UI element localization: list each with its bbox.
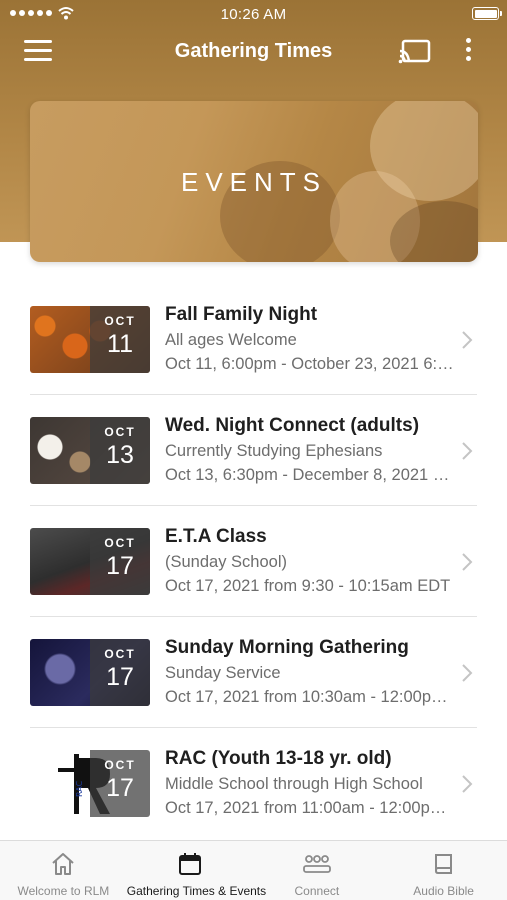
- date-badge: OCT 17: [90, 528, 150, 595]
- event-title: Sunday Morning Gathering: [165, 637, 409, 658]
- tab-gathering-times-events[interactable]: Gathering Times & Events: [126, 841, 267, 900]
- tab-label: Welcome to RLM: [17, 884, 110, 898]
- date-day: 17: [106, 774, 134, 802]
- date-badge: OCT 17: [90, 639, 150, 706]
- tab-label: Audio Bible: [413, 884, 474, 898]
- tab-connect[interactable]: Connect: [254, 841, 381, 900]
- date-day: 13: [106, 441, 134, 469]
- date-month: OCT: [104, 425, 136, 439]
- event-date: Oct 17, 2021 from 9:30 - 10:15am EDT: [165, 577, 451, 595]
- event-subtitle: Currently Studying Ephesians: [165, 442, 383, 460]
- event-subtitle: Middle School through High School: [165, 775, 423, 793]
- more-options-button[interactable]: [458, 38, 478, 66]
- tab-label: Gathering Times & Events: [126, 884, 267, 898]
- event-thumbnail: OCT 17: [30, 528, 150, 595]
- tab-welcome[interactable]: Welcome to RLM: [0, 841, 127, 900]
- calendar-icon: [179, 853, 202, 875]
- date-badge: OCT 11: [90, 306, 150, 373]
- status-time: 10:26 AM: [220, 6, 287, 23]
- chevron-right-icon: [462, 442, 473, 460]
- event-thumbnail: OCT 17: [30, 639, 150, 706]
- people-icon: [302, 855, 331, 873]
- event-item[interactable]: RAC OCT 17 RAC (Youth 13-18 yr. old) Mid…: [0, 728, 507, 839]
- event-date: Oct 11, 6:00pm - October 23, 2021 6:00pm: [165, 355, 455, 373]
- event-item[interactable]: OCT 13 Wed. Night Connect (adults) Curre…: [0, 395, 507, 506]
- event-item[interactable]: OCT 11 Fall Family Night All ages Welcom…: [0, 284, 507, 395]
- battery-icon: [472, 7, 502, 20]
- more-vertical-icon: [465, 38, 471, 43]
- chevron-right-icon: [462, 331, 473, 349]
- date-day: 17: [106, 663, 134, 691]
- event-subtitle: Sunday Service: [165, 664, 281, 682]
- date-month: OCT: [104, 647, 136, 661]
- tab-bar: Welcome to RLM Gathering Times & Events …: [0, 840, 507, 900]
- tab-audio-bible[interactable]: Audio Bible: [380, 841, 507, 900]
- event-date: Oct 17, 2021 from 11:00am - 12:00pm EDT: [165, 799, 455, 817]
- tab-label: Connect: [294, 884, 340, 898]
- hero-label: EVENTS: [180, 167, 328, 197]
- event-thumbnail: OCT 13: [30, 417, 150, 484]
- nav-bar: Gathering Times: [0, 28, 507, 76]
- event-item[interactable]: OCT 17 Sunday Morning Gathering Sunday S…: [0, 617, 507, 728]
- event-title: Fall Family Night: [165, 304, 318, 325]
- event-date: Oct 17, 2021 from 10:30am - 12:00pm EDT: [165, 688, 455, 706]
- event-list: OCT 11 Fall Family Night All ages Welcom…: [0, 284, 507, 839]
- date-month: OCT: [104, 758, 136, 772]
- svg-text:RAC: RAC: [75, 780, 84, 797]
- date-month: OCT: [104, 314, 136, 328]
- events-hero-banner: EVENTS: [30, 101, 478, 262]
- book-icon: [434, 854, 452, 874]
- date-day: 17: [106, 552, 134, 580]
- event-item[interactable]: OCT 17 E.T.A Class (Sunday School) Oct 1…: [0, 506, 507, 617]
- event-title: E.T.A Class: [165, 526, 267, 547]
- event-date: Oct 13, 6:30pm - December 8, 2021 7:30pm: [165, 466, 455, 484]
- status-bar: 10:26 AM: [0, 0, 507, 28]
- date-day: 11: [107, 330, 133, 358]
- chevron-right-icon: [462, 664, 473, 682]
- event-subtitle: (Sunday School): [165, 553, 287, 571]
- event-title: RAC (Youth 13-18 yr. old): [165, 748, 392, 769]
- event-thumbnail: RAC OCT 17: [30, 750, 150, 817]
- event-thumbnail: OCT 11: [30, 306, 150, 373]
- date-badge: OCT 17: [90, 750, 150, 817]
- event-subtitle: All ages Welcome: [165, 331, 297, 349]
- chevron-right-icon: [462, 553, 473, 571]
- event-title: Wed. Night Connect (adults): [165, 415, 420, 436]
- chevron-right-icon: [462, 775, 473, 793]
- home-icon: [52, 853, 75, 875]
- date-month: OCT: [104, 536, 136, 550]
- cast-icon[interactable]: [398, 38, 432, 66]
- date-badge: OCT 13: [90, 417, 150, 484]
